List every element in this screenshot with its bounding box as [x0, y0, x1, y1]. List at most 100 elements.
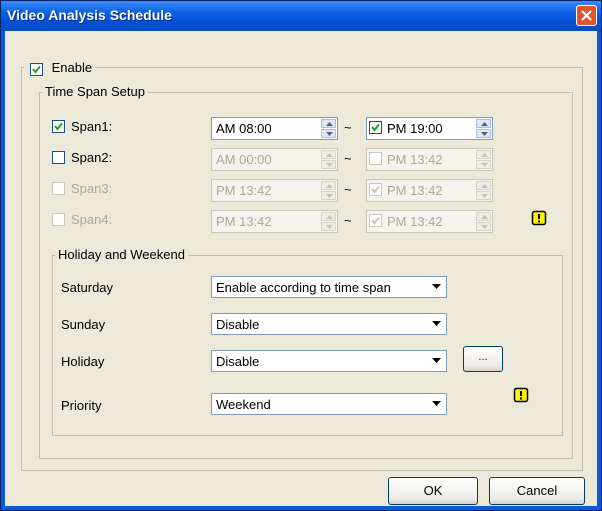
sunday-select-value: Disable [216, 317, 260, 332]
enable-checkbox[interactable] [30, 63, 43, 77]
span3-separator: ~ [344, 182, 352, 197]
sunday-select[interactable]: Disable [211, 313, 447, 335]
span3-end-value: PM 13:42 [387, 183, 443, 198]
holiday-label: Holiday [61, 354, 105, 369]
spin-down-button[interactable] [476, 191, 491, 200]
priority-select[interactable]: Weekend [211, 393, 447, 415]
spin-down-icon [481, 132, 488, 136]
saturday-select-value: Enable according to time span [216, 280, 391, 295]
span1-end-time[interactable]: PM 19:00 [366, 117, 493, 140]
spin-down-icon [326, 163, 333, 167]
spin-up-icon [326, 122, 333, 126]
span2-start-time[interactable]: AM 00:00 [211, 148, 338, 171]
cancel-button[interactable]: Cancel [489, 477, 585, 505]
span4-end-checkbox[interactable] [369, 214, 382, 227]
dropdown-button[interactable] [428, 395, 445, 413]
spin-down-icon [326, 132, 333, 136]
enable-legend: Enable [24, 59, 96, 77]
sunday-label: Sunday [61, 317, 106, 332]
span4-label: Span4: [71, 212, 113, 227]
span1-end-value: PM 19:00 [387, 121, 443, 136]
spin-up-button[interactable] [321, 119, 336, 128]
priority-select-value: Weekend [216, 397, 271, 412]
dropdown-button[interactable] [428, 352, 445, 370]
spin-up-icon [326, 184, 333, 188]
holiday-select[interactable]: Disable [211, 350, 447, 372]
span3-label: Span3: [71, 181, 113, 196]
span4-start-value: PM 13:42 [216, 214, 272, 229]
dropdown-button[interactable] [428, 278, 445, 296]
span2-end-time[interactable]: PM 13:42 [366, 148, 493, 171]
spin-up-button[interactable] [476, 119, 491, 128]
spin-down-icon [481, 163, 488, 167]
spin-up-icon [481, 122, 488, 126]
holiday-browse-button[interactable]: ... [463, 346, 503, 372]
span2-end-checkbox[interactable] [369, 152, 382, 165]
spin-down-button[interactable] [476, 160, 491, 169]
span2-end-value: PM 13:42 [387, 152, 443, 167]
spin-down-icon [326, 194, 333, 198]
spin-down-button[interactable] [321, 191, 336, 200]
spin-up-button[interactable] [321, 212, 336, 221]
spin-down-icon [326, 225, 333, 229]
checkbox-check-icon [371, 185, 380, 194]
dialog-client-area: Enable Time Span Setup Span1: AM 08:00 ~… [5, 31, 597, 506]
span3-checkbox[interactable] [52, 182, 65, 195]
spin-up-button[interactable] [476, 212, 491, 221]
dropdown-arrow-icon [432, 284, 441, 289]
holiday-select-value: Disable [216, 354, 260, 369]
spin-down-button[interactable] [321, 222, 336, 231]
span3-start-time[interactable]: PM 13:42 [211, 179, 338, 202]
spin-up-icon [326, 215, 333, 219]
checkbox-check-icon [32, 65, 41, 74]
spin-up-icon [326, 153, 333, 157]
spin-down-icon [481, 194, 488, 198]
span2-separator: ~ [344, 151, 352, 166]
dropdown-arrow-icon [432, 358, 441, 363]
dialog-window: Video Analysis Schedule Enable Time Span… [0, 0, 602, 511]
checkbox-check-icon [371, 216, 380, 225]
priority-label: Priority [61, 398, 102, 413]
dropdown-button[interactable] [428, 315, 445, 333]
title-bar[interactable]: Video Analysis Schedule [1, 1, 601, 31]
spin-down-button[interactable] [321, 129, 336, 138]
spin-down-button[interactable] [321, 160, 336, 169]
spin-down-button[interactable] [476, 222, 491, 231]
saturday-select[interactable]: Enable according to time span [211, 276, 447, 298]
saturday-label: Saturday [61, 280, 114, 295]
spin-up-icon [481, 184, 488, 188]
span2-start-value: AM 00:00 [216, 152, 272, 167]
span1-separator: ~ [344, 120, 352, 135]
spin-down-button[interactable] [476, 129, 491, 138]
warning-icon[interactable] [531, 210, 547, 226]
spin-up-icon [481, 153, 488, 157]
spin-up-button[interactable] [321, 181, 336, 190]
close-icon [581, 10, 592, 21]
span1-checkbox[interactable] [52, 120, 65, 133]
span1-start-time[interactable]: AM 08:00 [211, 117, 338, 140]
warning-icon[interactable] [513, 387, 529, 403]
span1-end-checkbox[interactable] [369, 121, 382, 134]
span4-start-time[interactable]: PM 13:42 [211, 210, 338, 233]
span1-start-value: AM 08:00 [216, 121, 272, 136]
span1-label: Span1: [71, 119, 113, 134]
enable-label: Enable [51, 60, 93, 76]
span4-separator: ~ [344, 213, 352, 228]
close-button[interactable] [576, 5, 597, 26]
spin-up-button[interactable] [321, 150, 336, 159]
spin-up-icon [481, 215, 488, 219]
span3-end-time[interactable]: PM 13:42 [366, 179, 493, 202]
span4-end-time[interactable]: PM 13:42 [366, 210, 493, 233]
span3-end-checkbox[interactable] [369, 183, 382, 196]
span2-checkbox[interactable] [52, 151, 65, 164]
spin-up-button[interactable] [476, 150, 491, 159]
span3-start-value: PM 13:42 [216, 183, 272, 198]
spin-down-icon [481, 225, 488, 229]
checkbox-check-icon [54, 122, 63, 131]
span4-checkbox[interactable] [52, 213, 65, 226]
ok-button[interactable]: OK [388, 477, 478, 505]
holiday-weekend-legend: Holiday and Weekend [55, 247, 188, 262]
spin-up-button[interactable] [476, 181, 491, 190]
time-span-legend: Time Span Setup [42, 84, 148, 99]
dropdown-arrow-icon [432, 321, 441, 326]
